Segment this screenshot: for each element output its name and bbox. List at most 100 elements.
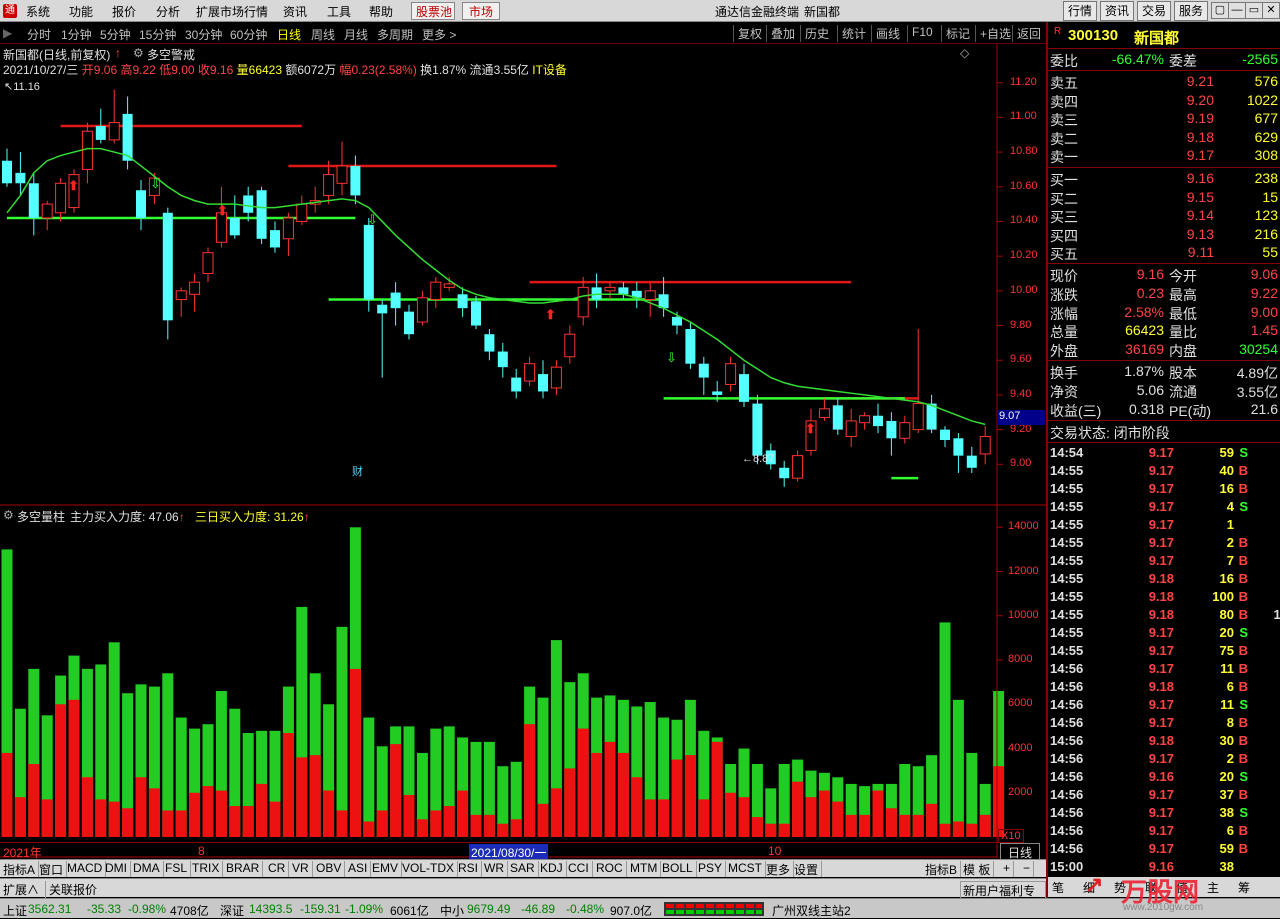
- period-daily[interactable]: 日线: [277, 26, 301, 43]
- vol-settings-icon[interactable]: ⚙: [3, 508, 14, 522]
- sz-label[interactable]: 深证: [220, 902, 244, 919]
- tool-back[interactable]: 返回: [1012, 25, 1041, 42]
- period-arrow-icon[interactable]: ▶: [3, 26, 12, 40]
- indicator-tab[interactable]: 窗口: [36, 861, 68, 877]
- indicator-tab[interactable]: MACD: [64, 861, 107, 877]
- maximize-icon[interactable]: ▭: [1245, 2, 1263, 19]
- btn-news[interactable]: 资讯: [1100, 1, 1134, 21]
- price-tick-label: 9.00: [1010, 457, 1032, 470]
- restore-window-icon[interactable]: ▢: [1211, 2, 1229, 19]
- panel-tab[interactable]: 笔: [1052, 879, 1064, 896]
- market-box[interactable]: 市场: [462, 2, 500, 20]
- period-1min[interactable]: 1分钟: [61, 26, 92, 43]
- menu-quote[interactable]: 报价: [112, 3, 136, 20]
- financial-report-icon[interactable]: 财: [352, 463, 363, 479]
- add-panel-icon[interactable]: +: [1000, 861, 1015, 877]
- candle-body: [282, 217, 294, 240]
- bid-volume: 15: [1262, 188, 1278, 205]
- candle-body: [845, 420, 857, 438]
- indicator-tab[interactable]: SAR: [507, 861, 539, 877]
- period-60min[interactable]: 60分钟: [230, 26, 267, 43]
- minimize-icon[interactable]: —: [1228, 2, 1246, 19]
- template-tab[interactable]: 模 板: [960, 861, 995, 877]
- indicator-tab[interactable]: EMV: [369, 861, 403, 877]
- menu-tools[interactable]: 工具: [327, 3, 351, 20]
- related-quote-tab[interactable]: 关联报价: [45, 881, 97, 898]
- indicator-tab[interactable]: BOLL: [659, 861, 697, 877]
- btn-service[interactable]: 服务: [1174, 1, 1208, 21]
- tick-p: 9.17: [1148, 463, 1174, 478]
- tick-p: 9.18: [1148, 607, 1174, 622]
- menu-system[interactable]: 系统: [26, 3, 50, 20]
- ext-toggle[interactable]: 扩展∧: [3, 881, 39, 898]
- indicator-tab[interactable]: RSI: [455, 861, 483, 877]
- tool-history[interactable]: 历史: [800, 25, 829, 42]
- zx-label[interactable]: 中小: [440, 902, 464, 919]
- indicator-tab[interactable]: VOL-TDX: [399, 861, 459, 877]
- tick-row: 14:549.1759S5: [1050, 445, 1280, 463]
- indicator-tab[interactable]: OBV: [313, 861, 346, 877]
- indicator-tab[interactable]: 设置: [791, 861, 823, 877]
- period-fenshi[interactable]: 分时: [27, 26, 51, 43]
- stockpool-box[interactable]: 股票池: [411, 2, 455, 20]
- close-icon[interactable]: ✕: [1262, 2, 1280, 19]
- volume-tick-label: 12000: [1008, 564, 1039, 577]
- buy-signal-icon: ⬆: [805, 421, 816, 436]
- date-axis: 2021年 8 2021/08/30/一 10: [0, 842, 997, 861]
- btn-trade[interactable]: 交易: [1137, 1, 1171, 21]
- sell-signal-icon: ⇩: [367, 212, 378, 227]
- indicator-tab[interactable]: PSY: [695, 861, 727, 877]
- indicator-tab[interactable]: DMA: [130, 861, 164, 877]
- tool-stats[interactable]: 统计: [837, 25, 866, 42]
- indicator-tab[interactable]: FSL: [162, 861, 192, 877]
- sh-label[interactable]: 上证: [3, 902, 27, 919]
- indicator-tab[interactable]: 指标A: [0, 861, 40, 877]
- menu-analysis[interactable]: 分析: [156, 3, 180, 20]
- menu-market[interactable]: 市场: [469, 3, 493, 20]
- indicator-tab[interactable]: WR: [481, 861, 508, 877]
- indicator-tab[interactable]: MCST: [725, 861, 766, 877]
- tool-draw[interactable]: 画线: [871, 25, 900, 42]
- vol-indicator-name[interactable]: 多空量柱: [17, 508, 65, 525]
- tool-f10[interactable]: F10: [907, 25, 933, 42]
- stat-row: 总量 66423 量比 1.45: [1050, 322, 1280, 340]
- indicator-tab[interactable]: 更多: [763, 861, 795, 877]
- indicator-tab[interactable]: CR: [265, 861, 290, 877]
- tool-adjust[interactable]: 复权: [733, 25, 762, 42]
- menu-stockpool[interactable]: 股票池: [416, 3, 452, 20]
- volume-bar-buy: [524, 724, 536, 837]
- period-weekly[interactable]: 周线: [311, 26, 335, 43]
- btn-quote[interactable]: 行情: [1063, 1, 1097, 21]
- period-multi[interactable]: 多周期: [377, 26, 413, 43]
- period-30min[interactable]: 30分钟: [185, 26, 222, 43]
- indicator-tab[interactable]: KDJ: [537, 861, 567, 877]
- row-value: 9.19: [1186, 110, 1214, 127]
- period-more[interactable]: 更多 >: [422, 26, 456, 43]
- period-15min[interactable]: 15分钟: [139, 26, 176, 43]
- indicator-tab[interactable]: MTM: [627, 861, 662, 877]
- indicator-tab[interactable]: CCI: [565, 861, 593, 877]
- indicator-tab[interactable]: DMI: [102, 861, 131, 877]
- ask-row: 卖三 9.19 677: [1050, 110, 1280, 128]
- period-monthly[interactable]: 月线: [344, 26, 368, 43]
- indicator-b-tab[interactable]: 指标B: [922, 861, 962, 877]
- indicator-tab[interactable]: ASI: [345, 861, 372, 877]
- period-5min[interactable]: 5分钟: [100, 26, 131, 43]
- tick-v: 16: [1219, 481, 1234, 496]
- server-name[interactable]: 广州双线主站2: [772, 902, 851, 919]
- candle-body: [792, 455, 804, 479]
- tool-overlay[interactable]: 叠加: [766, 25, 795, 42]
- indicator-tab[interactable]: ROC: [593, 861, 627, 877]
- tick-v: 100: [1212, 589, 1234, 604]
- indicator-tab[interactable]: TRIX: [189, 861, 224, 877]
- tool-add-watchlist[interactable]: +自选: [975, 25, 1011, 42]
- menu-ext-market[interactable]: 扩展市场行情: [196, 3, 268, 20]
- remove-panel-icon[interactable]: −: [1020, 861, 1035, 877]
- indicator-tab[interactable]: BRAR: [223, 861, 264, 877]
- menu-function[interactable]: 功能: [69, 3, 93, 20]
- menu-help[interactable]: 帮助: [369, 3, 393, 20]
- tick-s: B: [1238, 733, 1248, 748]
- menu-news[interactable]: 资讯: [283, 3, 307, 20]
- tool-mark[interactable]: 标记: [941, 25, 970, 42]
- indicator-tab[interactable]: VR: [289, 861, 313, 877]
